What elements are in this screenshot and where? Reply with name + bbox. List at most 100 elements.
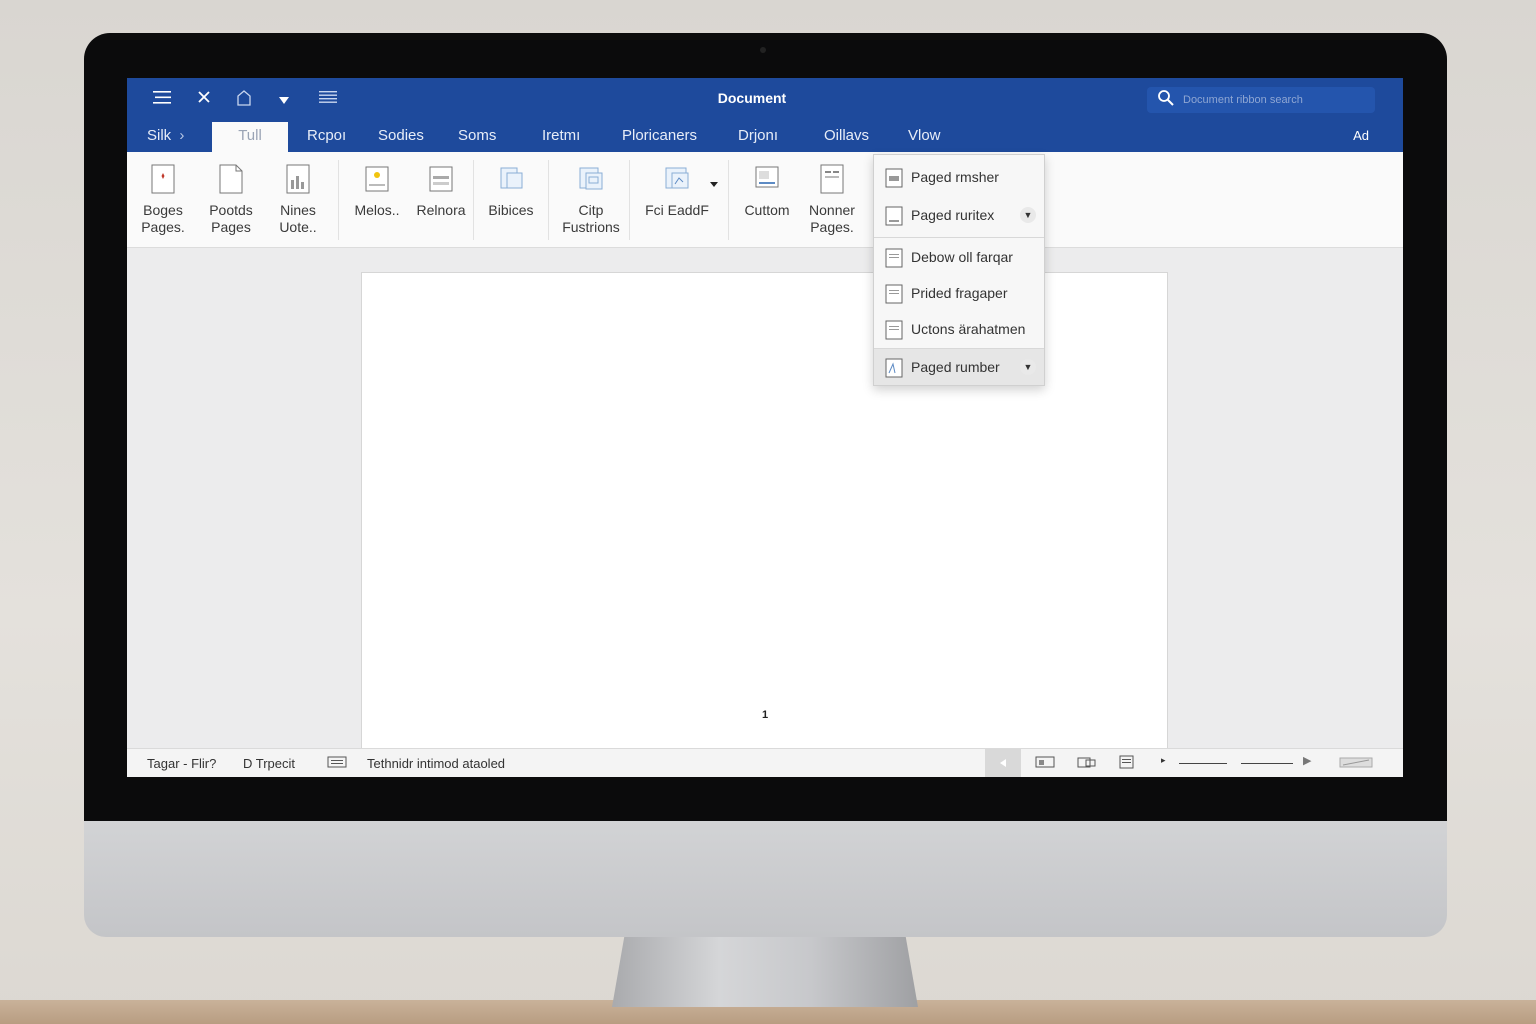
dropdown-item-selected[interactable]: Paged rumber ▼ (874, 349, 1044, 385)
chevron-down-icon[interactable]: ▼ (1020, 207, 1036, 223)
page-top-icon (885, 168, 903, 188)
tab-6[interactable]: Ploricaners (620, 122, 699, 152)
ribbon-label-line1: Cuttom (744, 202, 790, 218)
title-bar: Document (127, 78, 1403, 122)
shapes-icon (500, 167, 523, 189)
document-workspace: 1 (127, 248, 1403, 752)
zoom-level-icon[interactable] (1339, 755, 1373, 769)
keyboard-icon[interactable] (327, 755, 347, 769)
play-left-icon (1000, 759, 1006, 767)
zoom-slider-track-right[interactable] (1241, 763, 1293, 764)
dropdown-item[interactable]: Paged rmsher (874, 159, 1044, 195)
dropdown-item-label: Paged ruritex (911, 207, 995, 223)
ribbon-separator (548, 160, 549, 240)
breadcrumb[interactable]: Silk › (145, 122, 186, 152)
ribbon-button-page-break[interactable]: Nines Uote.. (273, 162, 323, 236)
page-number-format-icon (885, 358, 903, 378)
home-icon[interactable] (233, 88, 255, 110)
dropdown-item-label: Uctons ärahatmen (911, 321, 1026, 337)
ribbon-button-custom[interactable]: Cuttom (739, 162, 795, 219)
dropdown-item[interactable]: Uctons ärahatmen (874, 311, 1044, 347)
dropdown-item-label: Paged rmsher (911, 169, 999, 185)
web-layout-icon[interactable] (1117, 755, 1137, 769)
tab-tull[interactable]: Tull (212, 122, 288, 152)
dropdown-item[interactable]: Prided fragaper (874, 275, 1044, 311)
search-input[interactable] (1183, 91, 1363, 109)
chevron-down-icon[interactable]: ▼ (1020, 359, 1036, 375)
ribbon-separator (473, 160, 474, 240)
dropdown-divider (874, 237, 1044, 238)
page-break-icon (286, 164, 310, 194)
blank-page-icon (219, 164, 243, 194)
tab-9[interactable]: Vlow (906, 122, 943, 152)
print-layout-icon[interactable] (1077, 755, 1097, 769)
list-icon[interactable] (317, 88, 339, 110)
page-count[interactable]: Tagar - Flir? (147, 756, 216, 771)
ribbon-button-page-numbers[interactable]: Nonner Pages. (803, 162, 861, 236)
focus-mode-button[interactable] (985, 749, 1021, 777)
ribbon-button-melos[interactable]: Melos.. (351, 162, 403, 219)
monitor-stand (612, 937, 918, 1007)
tab-8[interactable]: Oillavs (822, 122, 871, 152)
ribbon-button-cover-page[interactable]: Boges Pages. (139, 162, 187, 236)
read-mode-icon[interactable] (1035, 755, 1055, 769)
dropdown-arrow-icon[interactable] (273, 88, 295, 110)
status-bar: Tagar - Flir? D Trpecit Tethnidr intimod… (127, 748, 1403, 777)
ribbon-button-bibices[interactable]: Bibices (483, 162, 539, 219)
screenshot-icon (755, 166, 779, 188)
page-bottom-icon (885, 206, 903, 226)
ribbon-label-line1: Pootds (209, 202, 253, 218)
document-title: Document (717, 90, 787, 106)
ribbon-label-line1: Boges (143, 202, 183, 218)
status-message: Tethnidr intimod ataoled (367, 756, 506, 771)
search-icon (1157, 89, 1175, 112)
tab-3[interactable]: Sodies (376, 122, 426, 152)
tab-5[interactable]: Iretmı (540, 122, 582, 152)
ribbon-label-line2: Pages. (810, 219, 854, 235)
tab-7[interactable]: Drjonı (736, 122, 780, 152)
dropdown-item-label: Prided fragaper (911, 285, 1008, 301)
account-label[interactable]: Ad (1353, 122, 1369, 150)
tab-4[interactable]: Soms (456, 122, 498, 152)
chevron-right-icon: › (179, 127, 185, 144)
page-number: 1 (762, 709, 769, 721)
ribbon-button-citp[interactable]: Citp Fustrions (559, 162, 623, 236)
online-picture-icon (429, 166, 453, 192)
ribbon-button-relnora[interactable]: Relnora (413, 162, 469, 219)
ribbon-separator (728, 160, 729, 240)
zoom-in-icon[interactable]: ▶ (1303, 754, 1311, 767)
menu-icon[interactable] (151, 88, 173, 110)
word-count[interactable]: D Trpecit (243, 756, 295, 771)
document-icon (885, 284, 903, 304)
ribbon-label-line1: Citp (578, 202, 604, 218)
webcam (760, 47, 766, 53)
ribbon-label-line1: Nines (280, 202, 316, 218)
chart-icon (665, 167, 689, 189)
zoom-slider-track-left[interactable] (1179, 763, 1227, 764)
ribbon-label-line1: Fci EaddF (645, 202, 709, 218)
breadcrumb-label: Silk (147, 127, 172, 144)
dropdown-item[interactable]: Paged ruritex ▼ (874, 197, 1044, 233)
dropdown-item-label: Paged rumber (911, 359, 1000, 375)
cover-page-icon (151, 164, 175, 194)
page-number-dropdown: Paged rmsher Paged ruritex ▼ Debow oll f… (873, 154, 1045, 386)
chart-dropdown-arrow-icon[interactable] (709, 176, 719, 194)
ribbon-label-line2: Fustrions (562, 219, 620, 235)
smartart-icon (579, 167, 603, 190)
monitor-chin (84, 821, 1447, 937)
ribbon-label-line2: Pages (211, 219, 251, 235)
close-icon[interactable] (193, 88, 215, 110)
search-box[interactable] (1147, 87, 1375, 113)
document-icon (885, 248, 903, 268)
ribbon-label-line1: Melos.. (354, 202, 400, 218)
ribbon-label-line1: Nonner (809, 202, 855, 218)
ribbon-button-chart[interactable]: Fci EaddF (639, 162, 715, 219)
document-page[interactable]: 1 (361, 272, 1168, 752)
ribbon-tab-bar: Silk › Tull Rcpoı Sodies Soms Iretmı Plo… (127, 122, 1403, 152)
page-numbers-icon (820, 164, 844, 194)
dropdown-item[interactable]: Debow oll farqar (874, 239, 1044, 275)
zoom-out-icon[interactable]: ▸ (1161, 755, 1166, 766)
ribbon-toolbar: Boges Pages. Pootds Pages Nines Uote.. M… (127, 152, 1403, 248)
ribbon-button-blank-page[interactable]: Pootds Pages (205, 162, 257, 236)
tab-2[interactable]: Rcpoı (305, 122, 348, 152)
